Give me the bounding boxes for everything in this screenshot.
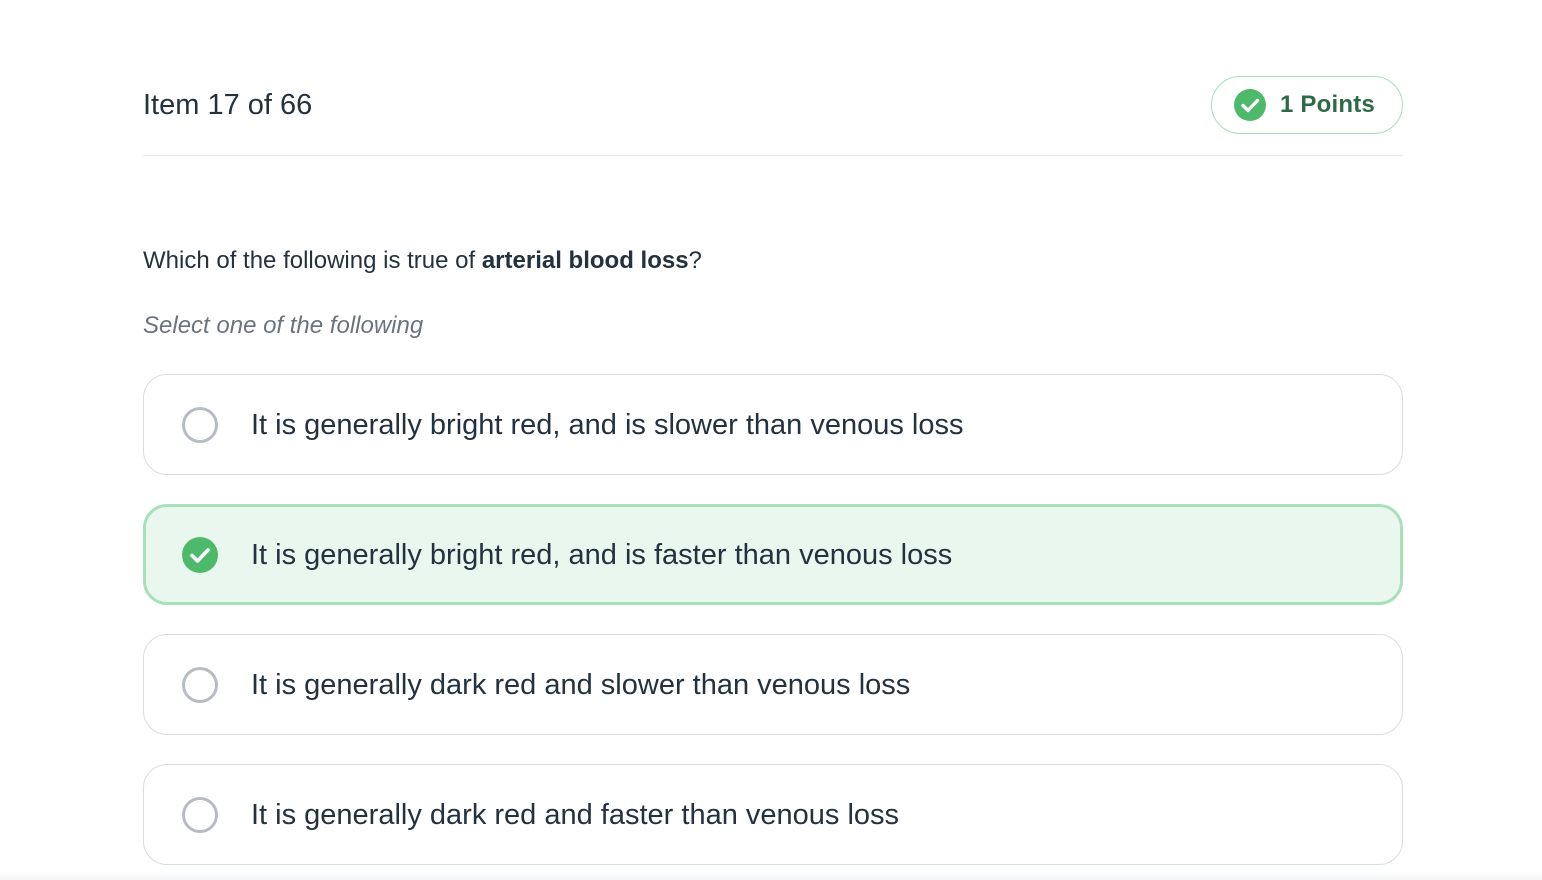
answer-option-label: It is generally dark red and slower than…: [251, 668, 911, 701]
answer-option-1[interactable]: It is generally bright red, and is slowe…: [143, 374, 1403, 475]
radio-button-icon[interactable]: [182, 796, 218, 833]
question-emphasis: arterial blood loss: [481, 247, 689, 274]
quiz-page: Item 17 of 66 1 Points Which of the foll…: [0, 0, 1542, 880]
item-header: Item 17 of 66 1 Points: [143, 76, 1403, 156]
selected-check-icon[interactable]: [182, 536, 218, 573]
instruction-text: Select one of the following: [143, 312, 424, 339]
question-prefix: Which of the following is true of: [143, 247, 482, 274]
bottom-edge-shadow: [0, 872, 1542, 880]
check-circle-icon: [1234, 89, 1266, 121]
radio-button-icon[interactable]: [182, 666, 218, 703]
answer-option-2[interactable]: It is generally bright red, and is faste…: [143, 504, 1403, 605]
points-badge: 1 Points: [1211, 76, 1403, 134]
answer-option-4[interactable]: It is generally dark red and faster than…: [143, 764, 1403, 865]
question-suffix: ?: [688, 247, 702, 274]
answer-option-label: It is generally dark red and faster than…: [251, 798, 900, 831]
answer-option-3[interactable]: It is generally dark red and slower than…: [143, 634, 1403, 735]
radio-button-icon[interactable]: [182, 406, 218, 443]
question-text: Which of the following is true of arteri…: [143, 246, 702, 276]
answer-option-label: It is generally bright red, and is faste…: [251, 538, 953, 571]
answer-option-label: It is generally bright red, and is slowe…: [251, 408, 964, 441]
points-label: 1 Points: [1280, 91, 1375, 118]
item-counter: Item 17 of 66: [143, 89, 313, 121]
answer-options: It is generally bright red, and is slowe…: [143, 374, 1403, 880]
